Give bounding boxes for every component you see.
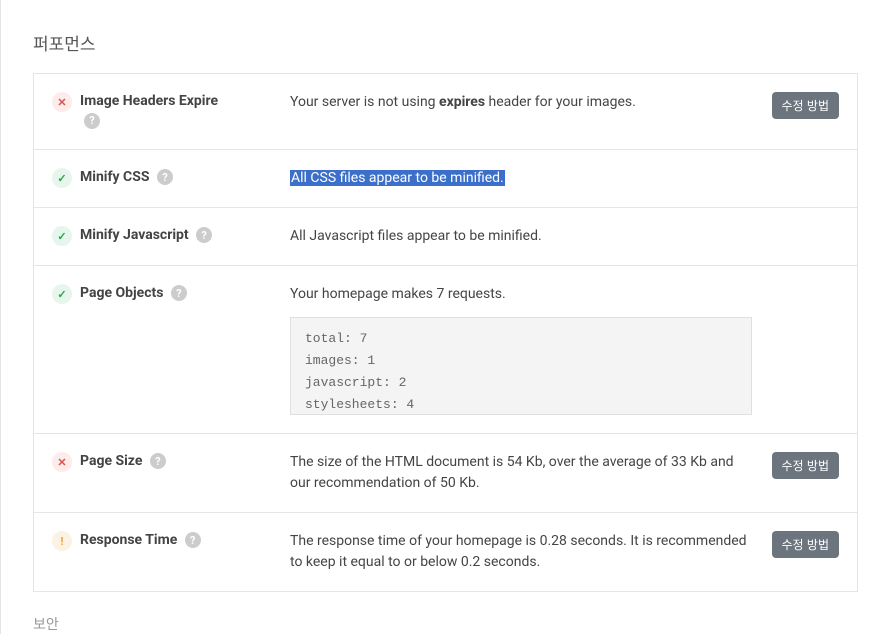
- code-block[interactable]: total: 7 images: 1 javascript: 2 stylesh…: [290, 317, 752, 415]
- row-page-objects: ✓ Page Objects ? Your homepage makes 7 r…: [34, 266, 857, 434]
- help-icon[interactable]: ?: [185, 532, 201, 548]
- desc-text: The response time of your homepage is 0.…: [290, 533, 747, 570]
- row-page-size: ✕ Page Size ? The size of the HTML docum…: [34, 434, 857, 513]
- row-label: Minify CSS ?: [80, 168, 290, 188]
- row-response-time: ! Response Time ? The response time of y…: [34, 513, 857, 591]
- desc-highlight: All CSS files appear to be minified.: [290, 170, 505, 186]
- row-description: All CSS files appear to be minified.: [290, 168, 764, 189]
- code-line: images: 1: [305, 350, 737, 372]
- label-text: Minify CSS: [80, 169, 149, 185]
- desc-bold: expires: [439, 94, 485, 110]
- code-line: total: 7: [305, 328, 737, 350]
- warning-icon: !: [52, 531, 72, 551]
- row-label: Response Time ?: [80, 531, 290, 551]
- desc-text: header for your images.: [485, 94, 636, 110]
- help-icon[interactable]: ?: [84, 113, 100, 129]
- label-text: Page Objects: [80, 285, 163, 301]
- fix-button[interactable]: 수정 방법: [772, 531, 840, 558]
- fix-button[interactable]: 수정 방법: [772, 92, 840, 119]
- help-icon[interactable]: ?: [157, 169, 173, 185]
- cross-icon: ✕: [52, 452, 72, 472]
- section-title-security: 보안: [33, 614, 870, 634]
- fix-button[interactable]: 수정 방법: [772, 452, 840, 479]
- row-minify-javascript: ✓ Minify Javascript ? All Javascript fil…: [34, 208, 857, 266]
- row-label: Image Headers Expire ?: [80, 92, 290, 131]
- row-description: All Javascript files appear to be minifi…: [290, 226, 764, 247]
- row-description: Your homepage makes 7 requests. total: 7…: [290, 284, 764, 415]
- row-description: The size of the HTML document is 54 Kb, …: [290, 452, 764, 494]
- cross-icon: ✕: [52, 92, 72, 112]
- help-icon[interactable]: ?: [150, 453, 166, 469]
- check-icon: ✓: [52, 226, 72, 246]
- code-line: javascript: 2: [305, 372, 737, 394]
- desc-text: The size of the HTML document is 54 Kb, …: [290, 454, 734, 491]
- row-description: The response time of your homepage is 0.…: [290, 531, 764, 573]
- check-icon: ✓: [52, 168, 72, 188]
- row-minify-css: ✓ Minify CSS ? All CSS files appear to b…: [34, 150, 857, 208]
- label-text: Page Size: [80, 453, 142, 469]
- row-label: Page Objects ?: [80, 284, 290, 304]
- row-label: Page Size ?: [80, 452, 290, 472]
- label-text: Minify Javascript: [80, 227, 189, 243]
- label-text: Image Headers Expire: [80, 93, 218, 109]
- check-icon: ✓: [52, 284, 72, 304]
- desc-text: Your server is not using: [290, 94, 439, 110]
- row-description: Your server is not using expires header …: [290, 92, 764, 113]
- row-image-headers-expire: ✕ Image Headers Expire ? Your server is …: [34, 74, 857, 150]
- desc-text: Your homepage makes 7 requests.: [290, 286, 506, 302]
- help-icon[interactable]: ?: [171, 285, 187, 301]
- row-label: Minify Javascript ?: [80, 226, 290, 246]
- desc-text: All Javascript files appear to be minifi…: [290, 228, 542, 244]
- code-line: stylesheets: 4: [305, 394, 737, 415]
- help-icon[interactable]: ?: [196, 227, 212, 243]
- section-title-performance: 퍼포먼스: [33, 30, 870, 55]
- performance-panel: ✕ Image Headers Expire ? Your server is …: [33, 73, 858, 592]
- label-text: Response Time: [80, 532, 177, 548]
